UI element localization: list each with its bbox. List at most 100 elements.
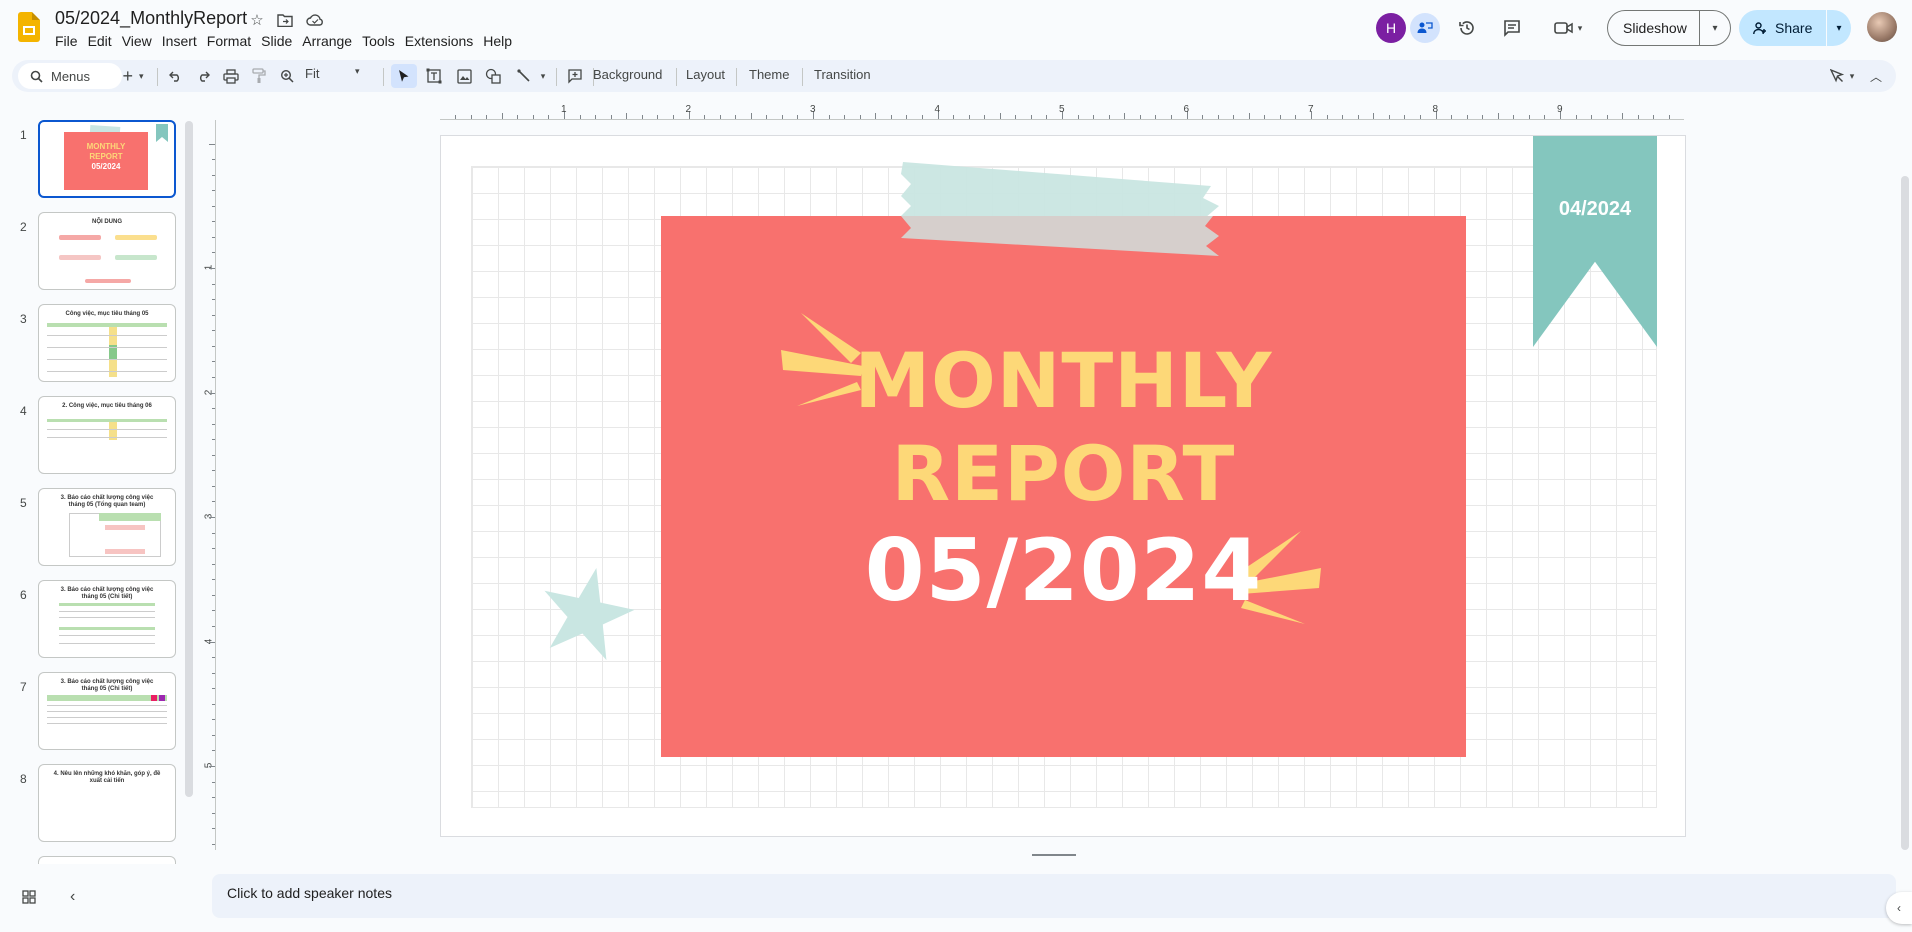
notes-resize-handle[interactable] — [1032, 854, 1076, 856]
vertical-ruler: 12345 — [203, 120, 216, 850]
menu-arrange[interactable]: Arrange — [302, 31, 359, 51]
text-box-icon[interactable] — [422, 64, 446, 88]
ruler-tick — [626, 113, 628, 119]
slide-thumbnail[interactable]: 2. Công việc, mục tiêu tháng 06 — [38, 396, 176, 474]
document-title[interactable]: 05/2024_MonthlyReport — [55, 8, 247, 29]
menu-view[interactable]: View — [122, 31, 159, 51]
menu-insert[interactable]: Insert — [162, 31, 204, 51]
filmstrip-item[interactable]: 8 4. Nêu lên những khó khăn, góp ý, đề x… — [0, 764, 192, 848]
filmstrip-item[interactable]: 6 3. Báo cáo chất lượng công việc tháng … — [0, 580, 192, 664]
menu-edit[interactable]: Edit — [88, 31, 119, 51]
shape-icon[interactable] — [481, 64, 505, 88]
star-icon[interactable]: ☆ — [246, 9, 268, 31]
slide-thumbnail[interactable]: 3. Báo cáo chất lượng công việc tháng 05… — [38, 580, 176, 658]
share-button[interactable]: Share ▾ — [1739, 10, 1851, 46]
print-icon[interactable] — [219, 64, 243, 88]
slide-thumbnail[interactable]: Công việc, mục tiêu tháng 05 — [38, 304, 176, 382]
transition-button[interactable]: Transition — [814, 67, 871, 82]
title-date-text[interactable]: 05/2024 — [661, 521, 1466, 621]
menu-slide[interactable]: Slide — [261, 31, 299, 51]
ruler-tick — [212, 781, 215, 783]
filmstrip-scrollbar[interactable] — [185, 121, 193, 797]
filmstrip-item[interactable]: 5 3. Báo cáo chất lượng công việc tháng … — [0, 488, 192, 572]
title-report-text[interactable]: REPORT — [661, 429, 1466, 518]
presenting-icon[interactable] — [1410, 13, 1440, 43]
collaborator-avatar[interactable]: H — [1376, 13, 1406, 43]
collapse-toolbar-icon[interactable]: ︿ — [1866, 64, 1886, 88]
layout-button[interactable]: Layout — [686, 67, 725, 82]
slideshow-dropdown-icon[interactable]: ▾ — [1700, 23, 1730, 34]
grid-view-icon[interactable] — [22, 890, 36, 908]
slideshow-button[interactable]: Slideshow ▾ — [1607, 10, 1731, 46]
ruler-tick — [672, 115, 674, 119]
toolbar-divider — [736, 68, 737, 86]
account-avatar[interactable] — [1867, 12, 1897, 42]
theme-button[interactable]: Theme — [749, 67, 789, 82]
slide-thumbnail[interactable] — [38, 856, 176, 864]
zoom-icon[interactable] — [276, 64, 298, 88]
background-button[interactable]: Background — [593, 67, 662, 82]
new-slide-button[interactable]: + ▾ — [116, 64, 150, 88]
slide-thumbnail[interactable]: NỘI DUNG — [38, 212, 176, 290]
ruler-tick — [579, 115, 581, 119]
ruler-tick — [1248, 113, 1250, 119]
share-dropdown-icon[interactable]: ▾ — [1827, 23, 1851, 34]
slides-logo-icon[interactable] — [18, 12, 40, 42]
toolbar-divider — [157, 68, 158, 86]
ruler-tick — [212, 205, 215, 207]
slide-thumbnail[interactable]: MONTHLY REPORT 05/2024 — [38, 120, 176, 198]
menu-format[interactable]: Format — [207, 31, 258, 51]
undo-icon[interactable] — [164, 64, 186, 88]
pointer-mode-icon[interactable]: ▾ — [1824, 64, 1860, 88]
slide-thumbnail[interactable]: 3. Báo cáo chất lượng công việc tháng 05… — [38, 488, 176, 566]
meet-video-icon[interactable]: ▾ — [1544, 13, 1592, 43]
add-comment-icon[interactable] — [563, 64, 587, 88]
insert-image-icon[interactable] — [452, 64, 476, 88]
ribbon-date-text[interactable]: 04/2024 — [1533, 198, 1657, 221]
ruler-tick — [1124, 113, 1126, 119]
filmstrip-item[interactable]: 1 MONTHLY REPORT 05/2024 — [0, 120, 192, 204]
slide-filmstrip: 1 MONTHLY REPORT 05/2024 2 NỘI DUNG 3 Cô… — [0, 112, 192, 864]
comments-icon[interactable] — [1496, 13, 1528, 43]
ruler-number: 9 — [1557, 104, 1563, 115]
collapse-filmstrip-icon[interactable]: ‹ — [70, 888, 75, 906]
filmstrip-item[interactable]: 7 3. Báo cáo chất lượng công việc tháng … — [0, 672, 192, 756]
thumbnail-title: 3. Báo cáo chất lượng công việc tháng 05… — [60, 587, 154, 600]
title-monthly-text[interactable]: MONTHLY — [661, 336, 1466, 425]
zoom-select[interactable]: Fit ▾ — [305, 66, 365, 81]
filmstrip-item[interactable]: 2 NỘI DUNG — [0, 212, 192, 296]
speaker-notes[interactable]: Click to add speaker notes — [212, 874, 1896, 918]
ruler-tick — [212, 236, 215, 238]
star-decoration[interactable] — [537, 562, 637, 662]
select-tool-icon[interactable] — [391, 64, 417, 88]
ruler-tick — [209, 392, 215, 394]
speaker-notes-placeholder[interactable]: Click to add speaker notes — [227, 885, 392, 901]
paint-format-icon[interactable] — [248, 64, 270, 88]
slide-thumbnail[interactable]: 3. Báo cáo chất lượng công việc tháng 05… — [38, 672, 176, 750]
menu-extensions[interactable]: Extensions — [405, 31, 480, 51]
ruler-tick — [501, 113, 503, 119]
slideshow-label[interactable]: Slideshow — [1608, 11, 1700, 45]
menus-search[interactable]: Menus — [18, 63, 122, 89]
menu-tools[interactable]: Tools — [362, 31, 402, 51]
filmstrip-item[interactable]: 3 Công việc, mục tiêu tháng 05 — [0, 304, 192, 388]
ruler-tick — [212, 797, 215, 799]
line-tool-icon[interactable]: ▾ — [511, 64, 551, 88]
menu-file[interactable]: File — [55, 31, 85, 51]
toolbar: Menus + ▾ Fit ▾ ▾ Background Layout Them… — [12, 60, 1896, 92]
slide-canvas[interactable]: 04/2024 MONTHLY REPORT 05/2024 — [440, 135, 1686, 837]
ruler-tick — [735, 115, 737, 119]
menu-help[interactable]: Help — [483, 31, 519, 51]
version-history-icon[interactable] — [1451, 13, 1483, 43]
search-icon — [30, 70, 43, 83]
canvas-scrollbar[interactable] — [1901, 176, 1909, 850]
filmstrip-item[interactable]: 4 2. Công việc, mục tiêu tháng 06 — [0, 396, 192, 480]
cloud-saved-icon[interactable] — [304, 9, 326, 31]
move-folder-icon[interactable] — [274, 9, 296, 31]
side-panel-toggle-icon[interactable]: ‹ — [1886, 892, 1912, 924]
ruler-tick — [1388, 115, 1390, 119]
thumbnail-title: 4. Nêu lên những khó khăn, góp ý, đề xuấ… — [53, 771, 161, 784]
slide-thumbnail[interactable]: 4. Nêu lên những khó khăn, góp ý, đề xuấ… — [38, 764, 176, 842]
redo-icon[interactable] — [192, 64, 214, 88]
filmstrip-item[interactable]: 9 — [0, 856, 192, 864]
